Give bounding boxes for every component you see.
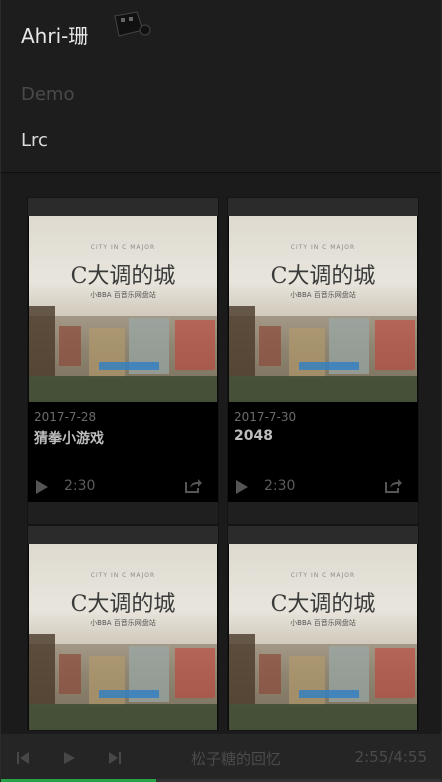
next-icon[interactable] [107, 750, 123, 766]
cover-subtitle: CITY IN C MAJOR [90, 244, 156, 251]
card-top-bar [28, 526, 218, 544]
cover-caption: 小BBA 百音乐网盘站 [90, 619, 156, 627]
cover-subtitle: CITY IN C MAJOR [290, 244, 356, 251]
cover-caption: 小BBA 百音乐网盘站 [290, 619, 356, 627]
card-duration: 2:30 [64, 478, 96, 494]
cover-title: C大调的城 [70, 592, 176, 617]
card-title[interactable]: 2048 [234, 428, 273, 444]
post-card[interactable]: CITY IN C MAJOR C大调的城 小BBA 百音乐网盘站 2017-7… [228, 198, 418, 524]
card-date: 2017-7-28 [34, 410, 97, 424]
share-icon[interactable] [384, 478, 402, 494]
playback-time: 2:55/4:55 [354, 748, 427, 766]
post-card[interactable]: CITY IN C MAJOR C大调的城 小BBA 百音乐网盘站 [228, 526, 418, 730]
previous-icon[interactable] [15, 750, 31, 766]
card-top-bar [228, 526, 418, 544]
card-top-bar [228, 198, 418, 216]
brand-title[interactable]: Ahri-珊 [21, 20, 88, 49]
cover-image[interactable]: CITY IN C MAJOR C大调的城 小BBA 百音乐网盘站 [229, 544, 417, 730]
nav-lrc[interactable]: Lrc [21, 130, 48, 151]
post-card[interactable]: CITY IN C MAJOR C大调的城 小BBA 百音乐网盘站 2017-7… [28, 198, 218, 524]
play-icon[interactable] [36, 480, 48, 494]
nav-demo[interactable]: Demo [21, 84, 74, 105]
card-title[interactable]: 猜拳小游戏 [34, 428, 104, 448]
play-icon[interactable] [61, 750, 77, 766]
cover-subtitle: CITY IN C MAJOR [290, 572, 356, 579]
card-bottom-bar [228, 502, 418, 524]
cover-image[interactable]: CITY IN C MAJOR C大调的城 小BBA 百音乐网盘站 [29, 216, 217, 402]
card-body: 2017-7-28 猜拳小游戏 2:30 [28, 402, 218, 502]
cover-image[interactable]: CITY IN C MAJOR C大调的城 小BBA 百音乐网盘站 [29, 544, 217, 730]
card-body: 2017-7-30 2048 2:30 [228, 402, 418, 502]
card-bottom-bar [28, 502, 218, 524]
card-duration: 2:30 [264, 478, 296, 494]
header: Ahri-珊 Demo Lrc [1, 0, 441, 173]
share-icon[interactable] [184, 478, 202, 494]
cover-caption: 小BBA 百音乐网盘站 [90, 291, 156, 299]
now-playing-title: 松子糖的回忆 [191, 750, 282, 768]
cover-title: C大调的城 [70, 264, 176, 289]
music-player-bar: 松子糖的回忆 2:55/4:55 [1, 734, 441, 782]
cover-caption: 小BBA 百音乐网盘站 [290, 291, 356, 299]
brand-icon [114, 11, 151, 37]
cover-subtitle: CITY IN C MAJOR [90, 572, 156, 579]
card-top-bar [28, 198, 218, 216]
cover-image[interactable]: CITY IN C MAJOR C大调的城 小BBA 百音乐网盘站 [229, 216, 417, 402]
card-date: 2017-7-30 [234, 410, 297, 424]
post-card[interactable]: CITY IN C MAJOR C大调的城 小BBA 百音乐网盘站 [28, 526, 218, 730]
cover-title: C大调的城 [270, 592, 376, 617]
app-frame: Ahri-珊 Demo Lrc CITY IN C MAJOR C大调的城 小B… [0, 0, 442, 782]
play-icon[interactable] [236, 480, 248, 494]
cover-title: C大调的城 [270, 264, 376, 289]
